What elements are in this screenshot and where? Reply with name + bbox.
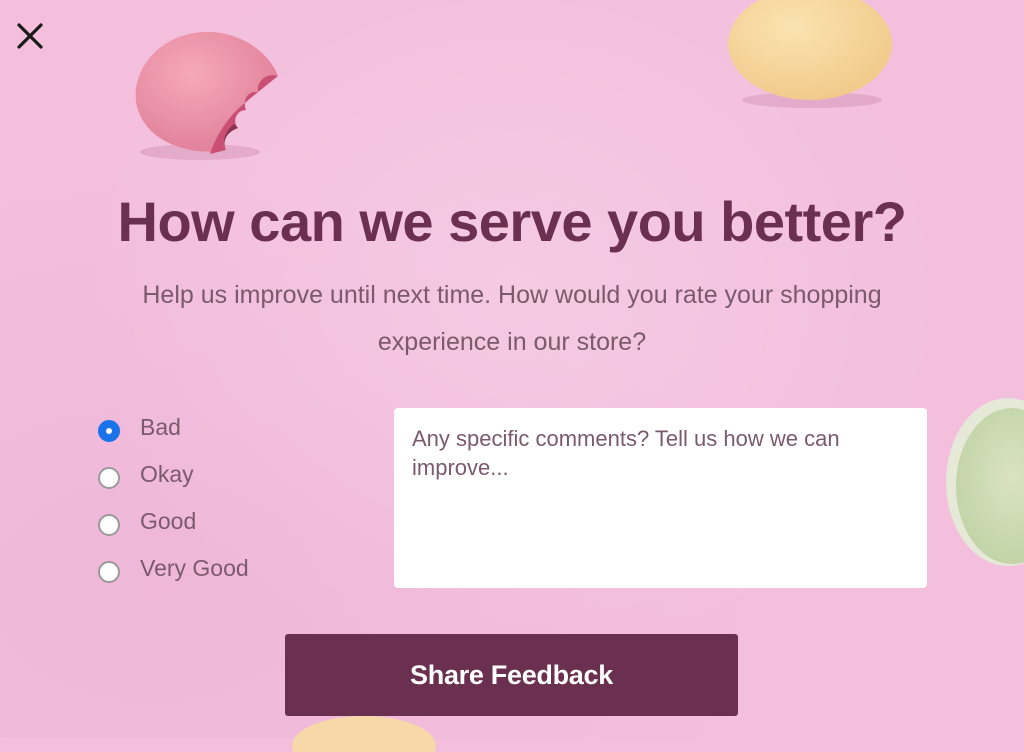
green-macaron-image xyxy=(946,398,1024,566)
bottom-macaron-image xyxy=(292,716,436,752)
rating-radio-group: Bad Okay Good Very Good xyxy=(96,407,336,595)
radio-button-very-good[interactable] xyxy=(98,560,120,583)
comments-textarea[interactable] xyxy=(394,408,927,588)
yellow-macaron-image xyxy=(728,0,892,108)
rating-option-okay[interactable]: Okay xyxy=(96,454,336,501)
close-icon xyxy=(17,23,43,49)
radio-button-okay[interactable] xyxy=(98,466,120,489)
rating-label-okay: Okay xyxy=(140,461,194,487)
rating-option-good[interactable]: Good xyxy=(96,501,336,548)
rating-label-very-good: Very Good xyxy=(140,555,249,581)
share-feedback-button[interactable]: Share Feedback xyxy=(285,634,738,716)
subtitle: Help us improve until next time. How wou… xyxy=(142,281,882,356)
close-button[interactable] xyxy=(12,18,48,54)
rating-label-good: Good xyxy=(140,508,197,534)
page-title: How can we serve you better? xyxy=(117,190,907,253)
rating-option-very-good[interactable]: Very Good xyxy=(96,548,336,595)
pink-macaron-image xyxy=(135,31,278,160)
rating-label-bad: Bad xyxy=(140,414,181,440)
radio-button-good[interactable] xyxy=(98,513,120,536)
radio-button-bad[interactable] xyxy=(98,419,120,442)
rating-option-bad[interactable]: Bad xyxy=(96,407,336,454)
